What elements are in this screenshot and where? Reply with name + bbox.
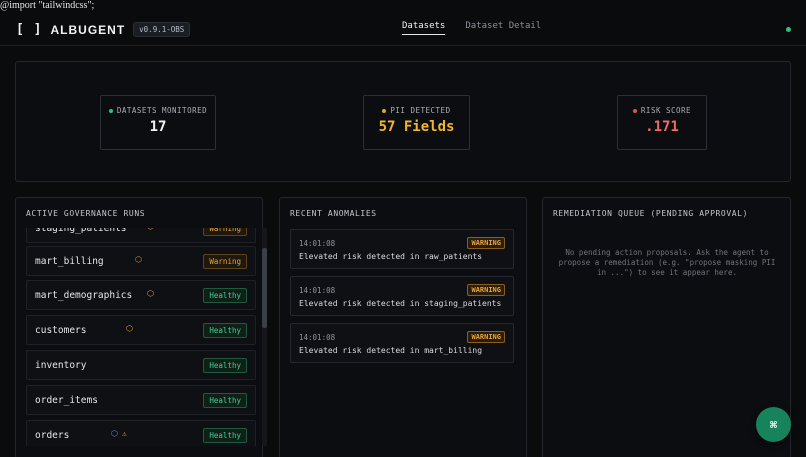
panel-title: REMEDIATION QUEUE (PENDING APPROVAL) — [553, 209, 748, 218]
status-badge: Warning — [203, 254, 247, 269]
table-row[interactable]: orders ⬡ ⚠ Healthy — [26, 420, 256, 446]
import-text: @import "tailwindcss"; — [0, 0, 95, 11]
status-badge: Healthy — [203, 428, 247, 443]
connection-status-dot — [786, 27, 791, 32]
stat-value: .171 — [645, 119, 679, 135]
table-row[interactable]: customers ⬡ Healthy — [26, 315, 256, 345]
status-badge: Healthy — [203, 393, 247, 408]
panel-title: RECENT ANOMALIES — [290, 209, 377, 218]
command-button[interactable]: ⌘ — [756, 407, 791, 442]
warning-badge: WARNING — [467, 237, 505, 249]
stats-panel: DATASETS MONITORED 17 PII DETECTED 57 Fi… — [15, 61, 791, 182]
brand: [ ] ALBUGENT v0.9.1-OBS — [16, 22, 191, 37]
shield-icon: ⬡ — [147, 289, 154, 298]
status-badge: Healthy — [203, 323, 247, 338]
status-badge: Healthy — [203, 358, 247, 373]
tab-dataset-detail[interactable]: Dataset Detail — [465, 21, 541, 35]
anomaly-text: Elevated risk detected in mart_billing — [299, 346, 483, 355]
status-dot-icon — [382, 108, 387, 113]
dataset-name: inventory — [35, 360, 87, 371]
dataset-name: staging_patients — [35, 228, 127, 234]
remediation-queue-panel: REMEDIATION QUEUE (PENDING APPROVAL) No … — [542, 197, 791, 457]
table-row[interactable]: mart_billing ⬡ Warning — [26, 246, 256, 276]
anomaly-card[interactable]: 14:01:08 WARNING Elevated risk detected … — [290, 323, 514, 363]
scrollbar[interactable] — [262, 228, 267, 446]
warning-badge: WARNING — [467, 331, 505, 343]
runs-list[interactable]: staging_patients ⬡ Warning mart_billing … — [26, 228, 258, 446]
top-bar: [ ] ALBUGENT v0.9.1-OBS Datasets Dataset… — [0, 14, 806, 46]
shield-icon: ⬡ — [135, 255, 142, 264]
brand-name: ALBUGENT — [50, 22, 126, 37]
stat-label: RISK SCORE — [640, 106, 692, 115]
warning-badge: WARNING — [467, 284, 505, 296]
table-row[interactable]: staging_patients ⬡ Warning — [26, 228, 256, 243]
anomalies-panel: RECENT ANOMALIES 14:01:08 WARNING Elevat… — [279, 197, 527, 457]
dataset-name: customers — [35, 325, 87, 336]
stat-label: DATASETS MONITORED — [116, 106, 208, 115]
brand-mark: [ ] — [16, 22, 43, 37]
table-row[interactable]: inventory Healthy — [26, 350, 256, 380]
version-badge: v0.9.1-OBS — [133, 22, 191, 37]
stat-value: 17 — [149, 119, 167, 135]
scrollbar-thumb[interactable] — [262, 248, 267, 328]
anomaly-card[interactable]: 14:01:08 WARNING Elevated risk detected … — [290, 276, 514, 316]
status-dot-icon — [108, 108, 113, 113]
tab-datasets[interactable]: Datasets — [402, 21, 446, 35]
anomaly-text: Elevated risk detected in raw_patients — [299, 252, 483, 261]
stat-pii-detected: PII DETECTED 57 Fields — [363, 95, 470, 150]
anomaly-time: 14:01:08 — [299, 286, 336, 295]
anomaly-time: 14:01:08 — [299, 239, 336, 248]
shield-icon: ⬡ — [111, 429, 118, 438]
dataset-name: mart_demographics — [35, 290, 133, 301]
table-row[interactable]: mart_demographics ⬡ Healthy — [26, 280, 256, 310]
status-badge: Warning — [203, 228, 247, 236]
shield-icon: ⬡ — [126, 324, 133, 333]
status-badge: Healthy — [203, 288, 247, 303]
stat-value: 57 Fields — [378, 119, 455, 135]
panel-title: ACTIVE GOVERNANCE RUNS — [26, 209, 146, 218]
anomaly-time: 14:01:08 — [299, 333, 336, 342]
dataset-name: order_items — [35, 395, 98, 406]
shield-icon: ⬡ — [147, 228, 154, 231]
anomaly-card[interactable]: 14:01:08 WARNING Elevated risk detected … — [290, 229, 514, 269]
stat-risk-score: RISK SCORE .171 — [617, 95, 707, 150]
command-icon: ⌘ — [769, 417, 778, 432]
stat-label: PII DETECTED — [390, 106, 451, 115]
warning-icon: ⚠ — [121, 429, 127, 438]
anomaly-text: Elevated risk detected in staging_patien… — [299, 299, 502, 308]
empty-state-text: No pending action proposals. Ask the age… — [558, 248, 776, 277]
dataset-name: orders — [35, 430, 70, 441]
table-row[interactable]: order_items Healthy — [26, 385, 256, 415]
status-dot-icon — [632, 108, 637, 113]
stat-datasets-monitored: DATASETS MONITORED 17 — [100, 95, 216, 150]
dataset-name: mart_billing — [35, 256, 104, 267]
nav-tabs: Datasets Dataset Detail — [402, 21, 541, 35]
governance-runs-panel: ACTIVE GOVERNANCE RUNS staging_patients … — [15, 197, 267, 457]
